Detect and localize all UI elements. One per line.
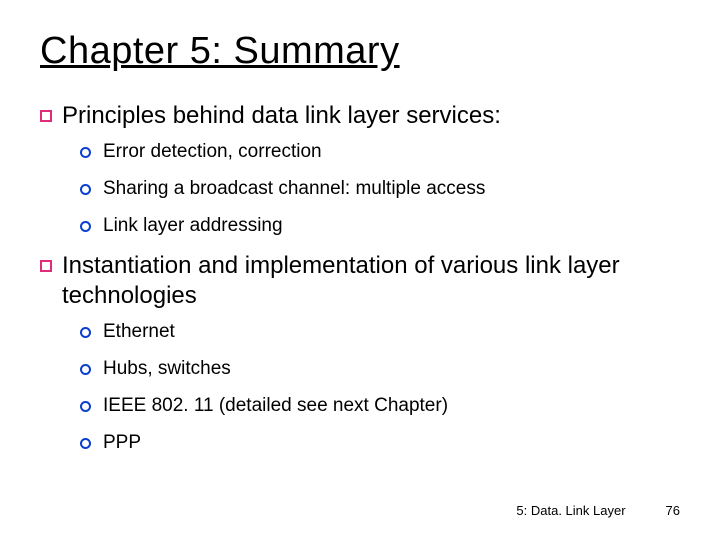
list-item-text: Principles behind data link layer servic… <box>62 101 501 131</box>
circle-bullet-icon <box>80 401 91 412</box>
sub-list-item-text: Ethernet <box>103 321 175 344</box>
sub-list-item-text: PPP <box>103 432 141 455</box>
sub-list-item: Error detection, correction <box>80 141 680 164</box>
sub-list-item-text: IEEE 802. 11 (detailed see next Chapter) <box>103 395 448 418</box>
circle-bullet-icon <box>80 438 91 449</box>
circle-bullet-icon <box>80 364 91 375</box>
sub-list: Error detection, correction Sharing a br… <box>80 141 680 237</box>
circle-bullet-icon <box>80 221 91 232</box>
sub-list: Ethernet Hubs, switches IEEE 802. 11 (de… <box>80 321 680 454</box>
sub-list-item: Link layer addressing <box>80 215 680 238</box>
sub-list-item-text: Hubs, switches <box>103 358 231 381</box>
slide-title: Chapter 5: Summary <box>40 30 680 73</box>
square-bullet-icon <box>40 260 52 272</box>
list-item-text: Instantiation and implementation of vari… <box>62 251 680 311</box>
sub-list-item: IEEE 802. 11 (detailed see next Chapter) <box>80 395 680 418</box>
circle-bullet-icon <box>80 184 91 195</box>
slide-footer: 5: Data. Link Layer 76 <box>516 503 680 518</box>
circle-bullet-icon <box>80 147 91 158</box>
sub-list-item: PPP <box>80 432 680 455</box>
sub-list-item-text: Link layer addressing <box>103 215 283 238</box>
sub-list-item: Ethernet <box>80 321 680 344</box>
footer-label: 5: Data. Link Layer <box>516 503 625 518</box>
sub-list-item-text: Sharing a broadcast channel: multiple ac… <box>103 178 485 201</box>
list-item: Instantiation and implementation of vari… <box>40 251 680 311</box>
sub-list-item: Hubs, switches <box>80 358 680 381</box>
list-item: Principles behind data link layer servic… <box>40 101 680 131</box>
sub-list-item-text: Error detection, correction <box>103 141 322 164</box>
square-bullet-icon <box>40 110 52 122</box>
footer-page-number: 76 <box>666 503 680 518</box>
circle-bullet-icon <box>80 327 91 338</box>
sub-list-item: Sharing a broadcast channel: multiple ac… <box>80 178 680 201</box>
